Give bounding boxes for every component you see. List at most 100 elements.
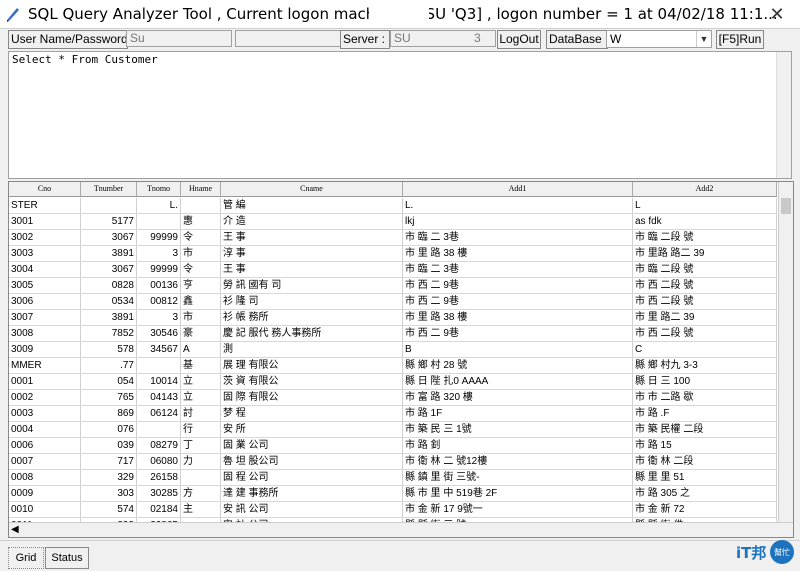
table-row[interactable]: 0002 765 04143 立固 際 有限公市 富 路 320 樓市 市 二路 歇 <box>9 390 777 406</box>
table-cell[interactable]: 30285 <box>137 486 181 501</box>
table-cell[interactable]: 3891 <box>81 246 137 261</box>
table-cell[interactable]: 慶 記 服代 務人事務所 <box>221 326 403 341</box>
table-row[interactable]: 3008 7852 30546 豪慶 記 服代 務人事務所市 西 二 9巷市 西 二段… <box>9 326 777 342</box>
table-cell[interactable]: 市 里 路二 39 <box>633 310 777 325</box>
table-cell[interactable]: 縣 日 三 100 <box>633 374 777 389</box>
table-cell[interactable]: 00136 <box>137 278 181 293</box>
table-cell[interactable]: 3001 <box>9 214 81 229</box>
table-cell[interactable]: 丁 <box>181 438 221 453</box>
table-cell[interactable]: 06080 <box>137 454 181 469</box>
table-cell[interactable]: 5177 <box>81 214 137 229</box>
table-cell[interactable]: 3008 <box>9 326 81 341</box>
column-header[interactable]: Tnumber <box>81 182 137 196</box>
table-cell[interactable]: 討 <box>181 406 221 421</box>
table-cell[interactable]: 市 築 民 三 1號 <box>403 422 633 437</box>
table-cell[interactable]: 3004 <box>9 262 81 277</box>
table-cell[interactable]: 3067 <box>81 230 137 245</box>
table-cell[interactable]: 市 臨 二段 號 <box>633 230 777 245</box>
table-cell[interactable]: A <box>181 342 221 357</box>
table-cell[interactable]: 039 <box>81 438 137 453</box>
table-cell[interactable] <box>137 422 181 437</box>
close-icon[interactable]: ✕ <box>762 3 792 25</box>
table-cell[interactable]: 市 西 二段 號 <box>633 278 777 293</box>
table-cell[interactable]: 市 臨 二 3巷 <box>403 230 633 245</box>
table-cell[interactable]: 梦 程 <box>221 406 403 421</box>
table-cell[interactable] <box>137 214 181 229</box>
table-cell[interactable]: 管 編 <box>221 198 403 213</box>
table-cell[interactable]: 縣 鄉 村九 3-3 <box>633 358 777 373</box>
table-cell[interactable]: 303 <box>81 486 137 501</box>
table-cell[interactable]: 0002 <box>9 390 81 405</box>
table-cell[interactable]: 3003 <box>9 246 81 261</box>
table-cell[interactable]: 3007 <box>9 310 81 325</box>
table-cell[interactable]: L. <box>403 198 633 213</box>
table-cell[interactable]: 717 <box>81 454 137 469</box>
table-cell[interactable]: 市 路 .F <box>633 406 777 421</box>
table-cell[interactable]: 令 <box>181 262 221 277</box>
table-row[interactable]: 0003 869 06124 討梦 程市 路 1F 市 路 .F <box>9 406 777 422</box>
table-cell[interactable]: 10014 <box>137 374 181 389</box>
table-cell[interactable]: 固 業 公司 <box>221 438 403 453</box>
table-cell[interactable]: L <box>633 198 777 213</box>
logout-button[interactable]: LogOut <box>497 30 541 49</box>
table-row[interactable]: 3004 3067 99999 令王 事市 臨 二 3巷市 臨 二段 號 <box>9 262 777 278</box>
table-cell[interactable]: as fdk <box>633 214 777 229</box>
table-cell[interactable]: .77 <box>81 358 137 373</box>
table-row[interactable]: 0007 717 06080 力魯 坦 股公司市 衛 林 二 號12樓市 衛 林 二段 <box>9 454 777 470</box>
table-cell[interactable]: 市 築 民權 二段 <box>633 422 777 437</box>
table-cell[interactable]: 3 <box>137 310 181 325</box>
table-cell[interactable]: 王 事 <box>221 230 403 245</box>
column-header[interactable]: Tnomo <box>137 182 181 196</box>
table-cell[interactable]: 市 西 二 9巷 <box>403 278 633 293</box>
table-cell[interactable]: 市 衛 林 二 號12樓 <box>403 454 633 469</box>
table-cell[interactable]: 方 <box>181 486 221 501</box>
table-cell[interactable]: 茨 資 有限公 <box>221 374 403 389</box>
table-cell[interactable]: 0001 <box>9 374 81 389</box>
table-cell[interactable]: 329 <box>81 470 137 485</box>
table-cell[interactable]: 市 路 15 <box>633 438 777 453</box>
table-cell[interactable]: 765 <box>81 390 137 405</box>
table-cell[interactable]: 00812 <box>137 294 181 309</box>
table-cell[interactable]: 市 <box>181 246 221 261</box>
table-cell[interactable]: 99999 <box>137 230 181 245</box>
table-cell[interactable]: 市 衛 林 二段 <box>633 454 777 469</box>
table-cell[interactable]: 30546 <box>137 326 181 341</box>
table-row[interactable]: 0006 039 08279 丁固 業 公司市 路 釗市 路 15 <box>9 438 777 454</box>
table-cell[interactable]: 3891 <box>81 310 137 325</box>
table-cell[interactable]: 0004 <box>9 422 81 437</box>
table-cell[interactable]: 市 里路 路二 39 <box>633 246 777 261</box>
run-button[interactable]: [F5]Run <box>716 30 764 49</box>
table-cell[interactable]: 市 臨 二 3巷 <box>403 262 633 277</box>
column-header[interactable]: Cname <box>221 182 403 196</box>
table-row[interactable]: 3005 0828 00136 亨勞 訊 國有 司市 西 二 9巷市 西 二段 號 <box>9 278 777 294</box>
table-cell[interactable]: 市 金 新 17 9號一 <box>403 502 633 517</box>
column-header[interactable]: Hname <box>181 182 221 196</box>
table-cell[interactable]: 578 <box>81 342 137 357</box>
table-cell[interactable]: 測 <box>221 342 403 357</box>
table-cell[interactable] <box>181 198 221 213</box>
table-cell[interactable]: 達 建 事務所 <box>221 486 403 501</box>
sql-editor[interactable]: Select * From Customer <box>8 51 792 179</box>
table-cell[interactable]: 0009 <box>9 486 81 501</box>
table-cell[interactable]: 0828 <box>81 278 137 293</box>
table-cell[interactable] <box>81 198 137 213</box>
table-cell[interactable]: 惠 <box>181 214 221 229</box>
table-cell[interactable]: 市 路 1F <box>403 406 633 421</box>
table-cell[interactable]: 展 理 有限公 <box>221 358 403 373</box>
column-header[interactable]: Cno <box>9 182 81 196</box>
table-cell[interactable]: 市 里 路 38 樓 <box>403 310 633 325</box>
table-cell[interactable]: 亨 <box>181 278 221 293</box>
table-row[interactable]: 3002 3067 99999 令王 事市 臨 二 3巷市 臨 二段 號 <box>9 230 777 246</box>
table-cell[interactable]: 縣 鄉 村 28 號 <box>403 358 633 373</box>
table-cell[interactable]: 0006 <box>9 438 81 453</box>
table-row[interactable]: 0009 303 30285 方達 建 事務所縣 市 里 中 519巷 2F 市 路 3… <box>9 486 777 502</box>
grid-horizontal-scrollbar[interactable]: ◀ <box>9 522 793 537</box>
password-field[interactable] <box>235 30 341 47</box>
table-cell[interactable]: 0003 <box>9 406 81 421</box>
tab-grid[interactable]: Grid <box>8 547 44 569</box>
table-cell[interactable]: 06124 <box>137 406 181 421</box>
table-cell[interactable]: C <box>633 342 777 357</box>
table-cell[interactable]: 08279 <box>137 438 181 453</box>
table-cell[interactable]: 0008 <box>9 470 81 485</box>
table-cell[interactable]: 固 程 公司 <box>221 470 403 485</box>
